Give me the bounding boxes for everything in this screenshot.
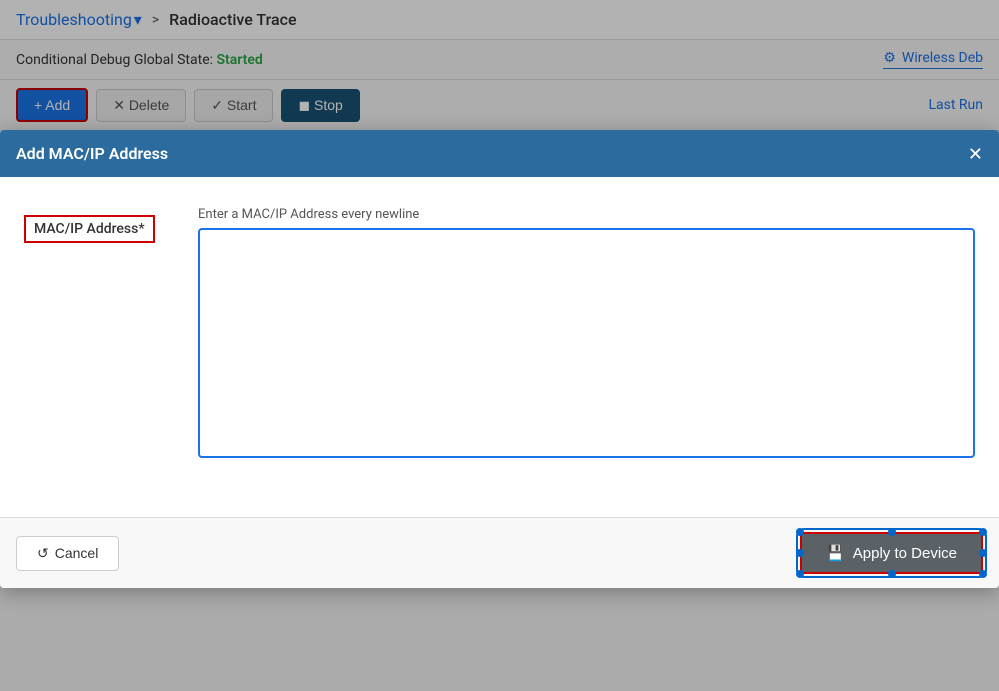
corner-dot-br xyxy=(979,570,987,578)
modal-footer: ↺ Cancel 💾 Apply to Device xyxy=(0,517,999,588)
modal-dialog: Add MAC/IP Address ✕ MAC/IP Address* Ent… xyxy=(0,130,999,588)
apply-icon: 💾 xyxy=(826,544,845,562)
mac-ip-textarea[interactable] xyxy=(198,228,975,458)
mac-ip-label: MAC/IP Address* xyxy=(24,215,155,243)
corner-dot-tr xyxy=(979,528,987,536)
field-label-container: MAC/IP Address* xyxy=(24,207,174,243)
apply-to-device-button[interactable]: 💾 Apply to Device xyxy=(800,532,983,574)
modal-title: Add MAC/IP Address xyxy=(16,144,168,163)
corner-dot-tm xyxy=(888,528,896,536)
textarea-instruction: Enter a MAC/IP Address every newline xyxy=(198,207,975,222)
modal-close-button[interactable]: ✕ xyxy=(968,145,983,163)
corner-dot-ml xyxy=(796,549,804,557)
field-input-container: Enter a MAC/IP Address every newline xyxy=(198,207,975,458)
modal-overlay: Add MAC/IP Address ✕ MAC/IP Address* Ent… xyxy=(0,0,999,691)
corner-dot-mr xyxy=(979,549,987,557)
corner-dot-bl xyxy=(796,570,804,578)
cancel-icon: ↺ xyxy=(37,545,49,562)
cancel-button[interactable]: ↺ Cancel xyxy=(16,536,119,571)
corner-dot-bm xyxy=(888,570,896,578)
modal-header: Add MAC/IP Address ✕ xyxy=(0,130,999,177)
modal-body: MAC/IP Address* Enter a MAC/IP Address e… xyxy=(0,177,999,517)
apply-button-wrapper: 💾 Apply to Device xyxy=(800,532,983,574)
